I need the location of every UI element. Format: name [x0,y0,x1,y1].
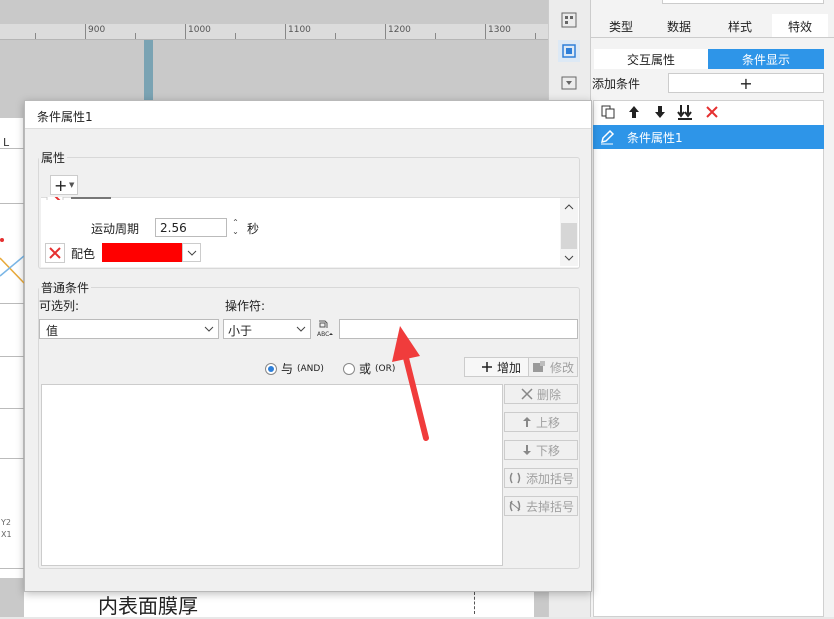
tab-style[interactable]: 样式 [708,14,772,38]
arrow-up-icon[interactable] [625,103,643,121]
frame-select-icon[interactable] [558,40,580,62]
subtab-condition-display[interactable]: 条件显示 [708,49,824,69]
horizontal-ruler: 900 1000 1100 1200 1300 [0,24,548,40]
add-button[interactable]: 增加 [464,357,538,377]
modify-icon [532,361,545,372]
remove-property-icon[interactable] [45,243,65,263]
add-condition-button[interactable]: + [668,73,824,93]
radio-and-label: 与 [281,362,294,376]
radio-button[interactable] [265,362,277,375]
period-stepper[interactable]: ⌃ ⌄ [229,218,242,237]
plus-icon [481,362,492,372]
ruler-guide-marker[interactable] [144,40,153,102]
modify-button-label: 修改 [549,360,574,375]
scrollbar-thumb[interactable] [561,223,577,249]
move-down-button[interactable]: 下移 [504,440,578,460]
remove-bracket-button[interactable]: 去掉括号 [504,496,578,516]
tab-data[interactable]: 数据 [650,14,708,38]
column-label: 可选列: [39,299,80,313]
panel-top-field [662,0,824,4]
radio-and[interactable]: 与 (AND) [265,360,324,377]
ruler-label: 1300 [488,25,511,35]
add-bracket-button[interactable]: 添加括号 [504,468,578,488]
operator-select-value: 小于 [228,324,253,338]
dialog-title: 条件属性1 [37,110,93,124]
scroll-down-icon[interactable] [562,252,576,264]
annotation-arrow-icon [392,326,429,441]
ruler-label: 1200 [388,25,411,35]
ruler-label: 900 [88,25,106,35]
remove-bracket-button-label: 去掉括号 [525,499,574,514]
bracket-icon [509,472,521,484]
list-item[interactable]: 条件属性1 [593,125,824,149]
radio-button[interactable] [343,362,355,375]
remove-bracket-icon [509,500,521,512]
chart-fragment [0,238,24,284]
sheet-axis-label: Y2 [1,518,11,527]
delete-x-icon [521,388,533,400]
copy-icon[interactable] [599,103,617,121]
operator-select[interactable]: 小于 [223,319,311,339]
delete-x-icon[interactable] [703,103,721,121]
condition-properties-dialog: 条件属性1 属性 + ▼ 运动周期 2.56 ⌃ ⌄ 秒 配色 普通条件 可选列:… [24,100,592,592]
chevron-down-icon[interactable] [292,320,310,338]
panel-toggle-icon[interactable] [559,73,579,93]
clipped-row [45,193,125,200]
operator-label: 操作符: [225,299,266,313]
scroll-up-icon[interactable] [562,201,576,213]
column-select-value: 值 [46,324,59,338]
radio-and-code: (AND) [297,363,324,374]
radio-or-label: 或 [359,362,372,376]
column-select[interactable]: 值 [39,319,219,339]
color-swatch[interactable] [102,243,182,262]
condition-group-label: 普通条件 [39,279,92,296]
period-input[interactable]: 2.56 [155,218,227,237]
sheet-axis-label: X1 [1,530,12,539]
dialog-title-bar[interactable]: 条件属性1 [25,101,591,129]
arrow-down-icon[interactable] [651,103,669,121]
property-group-label: 属性 [39,149,68,166]
sheet-column-label: L [3,136,10,149]
add-button-label: 增加 [496,360,521,375]
arrow-down-icon [522,445,531,455]
chevron-down-icon[interactable] [200,320,218,338]
delete-button-label: 删除 [536,387,561,402]
chevron-down-icon: ▼ [69,181,75,189]
arrow-up-icon [522,417,531,427]
svg-text:ABC: ABC [317,331,329,338]
ruler-label: 1100 [288,25,311,35]
add-bracket-button-label: 添加括号 [525,471,574,486]
move-up-button-label: 上移 [535,415,560,430]
value-type-icon[interactable]: ABC [314,318,336,340]
color-label: 配色 [71,247,96,261]
component-icon[interactable] [559,10,579,30]
modify-button[interactable]: 修改 [528,357,578,377]
move-up-button[interactable]: 上移 [504,412,578,432]
list-item-label: 条件属性1 [627,131,683,145]
edit-pencil-icon[interactable] [597,128,617,146]
delete-button[interactable]: 删除 [504,384,578,404]
add-condition-label: 添加条件 [592,77,641,91]
condition-list-panel [593,100,824,617]
move-bottom-icon[interactable] [676,103,694,121]
tab-type[interactable]: 类型 [592,14,650,38]
canvas-sheet-edge [0,118,24,578]
tab-effects[interactable]: 特效 [772,14,828,38]
condition-value-input[interactable] [339,319,578,339]
chevron-down-icon[interactable] [182,243,201,262]
period-label: 运动周期 [91,222,140,236]
period-unit: 秒 [247,222,260,236]
canvas-text-label[interactable]: 内表面膜厚 [98,590,198,619]
move-down-button-label: 下移 [535,443,560,458]
ruler-label: 1000 [188,25,211,35]
subtab-interaction[interactable]: 交互属性 [594,49,708,69]
